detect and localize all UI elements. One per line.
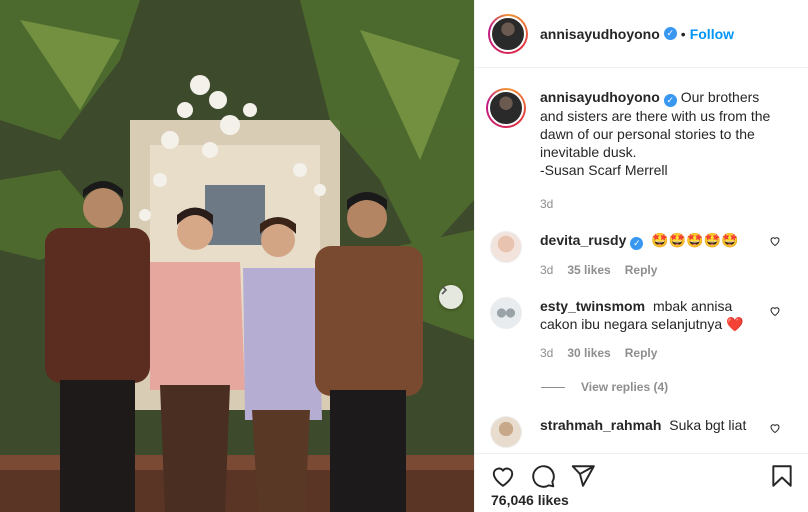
- comment-text: Suka bgt liat: [669, 417, 747, 433]
- post-actions: 76,046 likes: [475, 453, 808, 512]
- comments-list[interactable]: annisayudhoyono ✓ Our brothers and sister…: [475, 69, 808, 453]
- post-header: annisayudhoyono ✓ • Follow: [475, 0, 808, 68]
- commenter-username[interactable]: strahmah_rahmah: [540, 417, 661, 433]
- comment-icon[interactable]: [530, 463, 556, 489]
- caption-text-line-2: and sisters are there with us from the: [540, 108, 771, 124]
- post-photo: [0, 0, 474, 512]
- likes-count[interactable]: 76,046 likes: [475, 492, 808, 508]
- bookmark-icon[interactable]: [769, 463, 795, 489]
- verified-badge-icon: ✓: [630, 237, 644, 250]
- author-avatar[interactable]: [488, 13, 528, 54]
- caption: annisayudhoyono ✓ Our brothers and sister…: [475, 69, 808, 213]
- caption-text-line-4: inevitable dusk.: [540, 144, 637, 160]
- comment-item: strahmah_rahmah Suka bgt liat: [475, 394, 808, 448]
- replies-divider: [541, 386, 565, 388]
- commenter-avatar[interactable]: [490, 231, 522, 263]
- chevron-right-icon: [441, 285, 448, 295]
- comment-meta: 3d 35 likes Reply: [540, 261, 769, 279]
- reply-button[interactable]: Reply: [625, 261, 658, 279]
- caption-avatar[interactable]: [486, 88, 526, 128]
- photo-illustration: [0, 0, 474, 512]
- follow-button[interactable]: Follow: [690, 26, 734, 42]
- commenter-avatar[interactable]: [490, 297, 522, 329]
- caption-meta: 3d: [540, 195, 795, 213]
- reply-button[interactable]: Reply: [625, 344, 658, 362]
- view-replies-label[interactable]: View replies (4): [581, 380, 668, 394]
- comment-like-icon[interactable]: [769, 422, 781, 434]
- comment-text: 🤩🤩🤩🤩🤩: [651, 232, 739, 248]
- caption-age[interactable]: 3d: [540, 195, 553, 213]
- comment-item: devita_rusdy ✓ 🤩🤩🤩🤩🤩 3d 35 likes Reply: [475, 213, 808, 279]
- verified-badge-icon: ✓: [663, 27, 677, 40]
- caption-text-line-1: Our brothers: [680, 89, 760, 105]
- post-side-panel: annisayudhoyono ✓ • Follow annisayudhoyo…: [474, 0, 808, 512]
- heart-icon[interactable]: [490, 463, 516, 489]
- next-photo-button[interactable]: [439, 285, 463, 309]
- caption-text-line-3: dawn of our personal stories to the: [540, 126, 755, 142]
- commenter-avatar[interactable]: [490, 416, 522, 448]
- share-icon[interactable]: [570, 463, 596, 489]
- comment-meta: 3d 30 likes Reply: [540, 344, 769, 362]
- comment-like-icon[interactable]: [769, 235, 781, 247]
- commenter-username[interactable]: esty_twinsmom: [540, 298, 645, 314]
- view-replies-button[interactable]: View replies (4): [475, 380, 808, 394]
- caption-username[interactable]: annisayudhoyono: [540, 89, 660, 105]
- comment-item: esty_twinsmom mbak annisa cakon ibu nega…: [475, 279, 808, 362]
- comment-like-icon[interactable]: [769, 305, 781, 317]
- comment-likes[interactable]: 30 likes: [567, 344, 610, 362]
- commenter-username[interactable]: devita_rusdy: [540, 232, 626, 248]
- verified-badge-icon: ✓: [663, 94, 677, 107]
- comment-age[interactable]: 3d: [540, 344, 553, 362]
- action-icons: [475, 454, 808, 492]
- author-username[interactable]: annisayudhoyono: [540, 26, 660, 42]
- caption-text-line-5: -Susan Scarf Merrell: [540, 162, 668, 178]
- comment-likes[interactable]: 35 likes: [567, 261, 610, 279]
- comment-age[interactable]: 3d: [540, 261, 553, 279]
- separator-dot: •: [680, 25, 686, 42]
